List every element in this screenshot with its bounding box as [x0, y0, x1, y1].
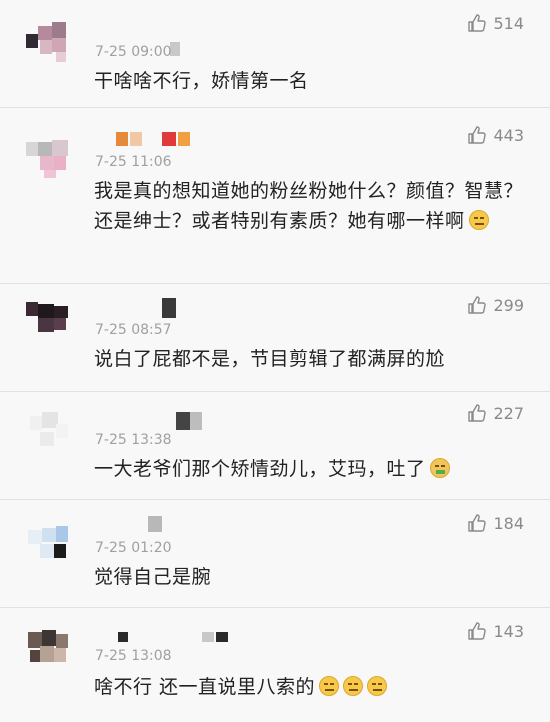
comment-list: 7-25 09:00 干啥啥不行，娇情第一名 514 7-25 11:06 我是… — [0, 0, 550, 722]
comment-text: 觉得自己是腕 — [94, 562, 524, 592]
comment-text: 干啥啥不行，娇情第一名 — [94, 66, 524, 96]
comment-time: 7-25 13:08 — [95, 648, 172, 664]
comment-time: 7-25 01:20 — [95, 540, 172, 556]
like-button[interactable]: 299 — [467, 294, 524, 316]
comment-text-content: 说白了屁都不是，节目剪辑了都满屏的尬 — [94, 348, 446, 370]
comment-item: 7-25 13:08 啥不行 还一直说里八索的 143 — [0, 608, 550, 722]
thumbs-up-icon — [468, 514, 487, 532]
comment-text-content: 觉得自己是腕 — [94, 566, 212, 588]
comment-text-content: 一大老爷们那个矫情劲儿，艾玛，吐了 — [94, 458, 426, 480]
avatar[interactable] — [26, 404, 78, 456]
comment-time: 7-25 08:57 — [95, 322, 172, 338]
comment-item: 7-25 11:06 我是真的想知道她的粉丝粉她什么？颜值？智慧？还是绅士？或者… — [0, 108, 550, 284]
comment-time: 7-25 11:06 — [95, 154, 172, 170]
like-button[interactable]: 443 — [467, 124, 524, 146]
speechless-emoji — [319, 676, 340, 696]
thumbs-up-icon — [468, 296, 487, 314]
avatar[interactable] — [26, 128, 78, 180]
like-count: 143 — [493, 621, 524, 641]
like-button[interactable]: 227 — [467, 402, 524, 424]
avatar[interactable] — [26, 620, 78, 672]
avatar[interactable] — [26, 514, 78, 566]
like-count: 184 — [493, 513, 524, 533]
thumbs-up-icon — [468, 622, 487, 640]
like-button[interactable]: 514 — [467, 12, 524, 34]
comment-text-content: 干啥啥不行，娇情第一名 — [94, 70, 309, 92]
like-button[interactable]: 143 — [467, 620, 524, 642]
like-count: 227 — [493, 403, 524, 423]
thumbs-up-icon — [468, 14, 487, 32]
comment-text-content: 我是真的想知道她的粉丝粉她什么？颜值？智慧？还是绅士？或者特别有素质？她有哪一样… — [94, 180, 524, 232]
comment-item: 7-25 08:57 说白了屁都不是，节目剪辑了都满屏的尬 299 — [0, 284, 550, 392]
comment-item: 7-25 09:00 干啥啥不行，娇情第一名 514 — [0, 0, 550, 108]
thumbs-up-icon — [468, 404, 487, 422]
comment-text: 说白了屁都不是，节目剪辑了都满屏的尬 — [94, 344, 524, 374]
comment-item: 7-25 13:38 一大老爷们那个矫情劲儿，艾玛，吐了 227 — [0, 392, 550, 500]
comment-item: 7-25 01:20 觉得自己是腕 184 — [0, 500, 550, 608]
comment-time: 7-25 09:00 — [95, 44, 172, 60]
comment-text: 啥不行 还一直说里八索的 — [94, 672, 524, 702]
avatar[interactable] — [26, 294, 78, 346]
vomit-emoji — [429, 458, 450, 478]
like-count: 443 — [493, 125, 524, 145]
speechless-emoji — [367, 676, 388, 696]
comment-text: 我是真的想知道她的粉丝粉她什么？颜值？智慧？还是绅士？或者特别有素质？她有哪一样… — [94, 176, 524, 236]
thinking-emoji — [468, 210, 489, 230]
like-count: 299 — [493, 295, 524, 315]
speechless-emoji — [343, 676, 364, 696]
comment-text: 一大老爷们那个矫情劲儿，艾玛，吐了 — [94, 454, 524, 484]
thumbs-up-icon — [468, 126, 487, 144]
comment-text-content: 啥不行 还一直说里八索的 — [94, 676, 316, 698]
like-button[interactable]: 184 — [467, 512, 524, 534]
avatar[interactable] — [26, 12, 78, 64]
like-count: 514 — [493, 13, 524, 33]
comment-time: 7-25 13:38 — [95, 432, 172, 448]
